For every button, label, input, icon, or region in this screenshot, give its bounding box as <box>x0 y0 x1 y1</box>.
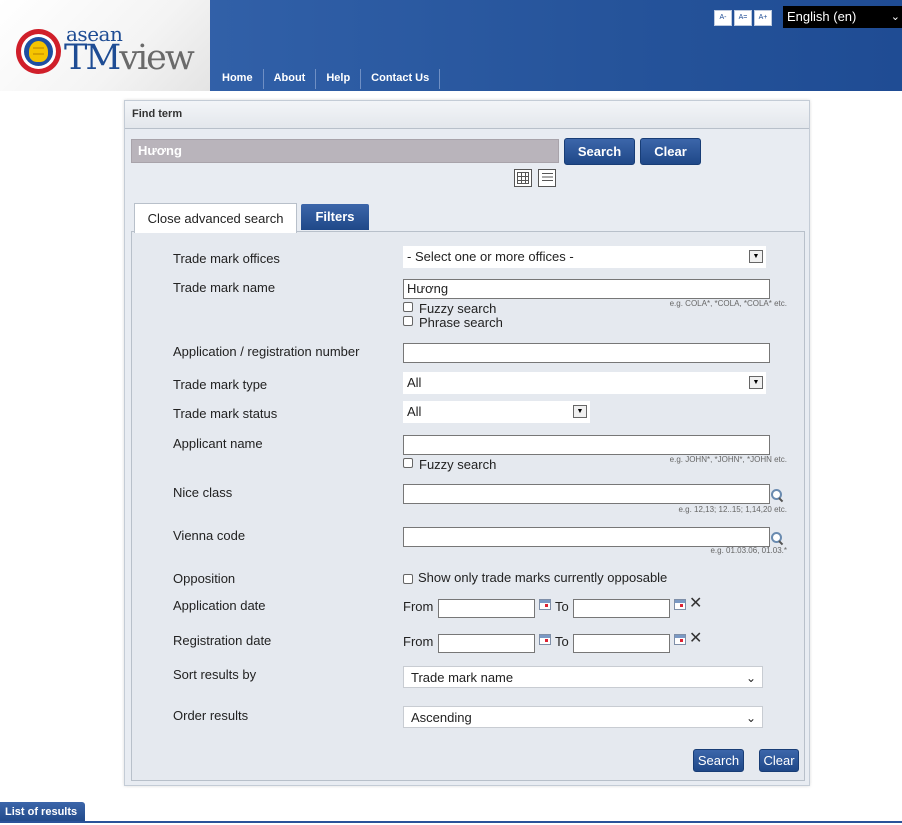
nav-about[interactable]: About <box>264 69 317 89</box>
calendar-icon[interactable] <box>674 599 686 610</box>
application-number-input[interactable] <box>403 343 770 363</box>
font-reset-button[interactable]: A= <box>734 10 752 26</box>
asean-emblem-icon <box>16 29 61 74</box>
offices-label: Trade mark offices <box>173 251 280 266</box>
chevron-down-icon: ⌄ <box>890 11 900 23</box>
nav-help[interactable]: Help <box>316 69 362 89</box>
grid-view-icon[interactable] <box>514 169 532 187</box>
sort-results-select[interactable]: Trade mark name ⌄ <box>403 666 763 688</box>
application-date-to-label: To <box>555 599 569 614</box>
opposable-checkbox[interactable] <box>403 574 413 584</box>
nice-class-input[interactable] <box>403 484 770 504</box>
clear-registration-date-icon[interactable]: ✕ <box>689 628 702 647</box>
applicant-name-input[interactable] <box>403 435 770 455</box>
main-nav: Home About Help Contact Us <box>212 69 441 89</box>
panel-title-bar: Find term <box>125 101 809 129</box>
nice-class-hint: e.g. 12,13; 12..15; 1,14,20 etc. <box>678 505 787 514</box>
opposition-label: Opposition <box>173 571 236 586</box>
nice-class-search-icon[interactable] <box>771 489 783 501</box>
language-value: English (en) <box>787 9 857 24</box>
vienna-code-hint: e.g. 01.03.06, 01.03.* <box>710 546 787 555</box>
results-divider <box>0 821 902 823</box>
applicant-name-hint: e.g. JOHN*, *JOHN*, *JOHN etc. <box>669 455 787 464</box>
sort-results-value: Trade mark name <box>411 670 514 685</box>
font-decrease-button[interactable]: A- <box>714 10 732 26</box>
application-date-from-label: From <box>403 599 434 614</box>
advanced-search-form: Trade mark offices - Select one or more … <box>131 231 805 781</box>
clear-button[interactable]: Clear <box>640 138 701 165</box>
language-select[interactable]: English (en) ⌄ <box>783 6 902 28</box>
calendar-icon[interactable] <box>539 634 551 645</box>
header-bar: asean TMview Home About Help Contact Us … <box>0 0 902 91</box>
font-increase-button[interactable]: A+ <box>754 10 772 26</box>
advanced-search-button[interactable]: Search <box>693 749 744 772</box>
clear-application-date-icon[interactable]: ✕ <box>689 593 702 612</box>
calendar-icon[interactable] <box>674 634 686 645</box>
opposable-label: Show only trade marks currently opposabl… <box>418 570 668 585</box>
dropdown-arrow-icon: ▼ <box>749 376 763 389</box>
fuzzy-search-label: Fuzzy search <box>419 301 497 316</box>
trade-mark-status-select[interactable]: All ▼ <box>403 401 590 423</box>
list-view-icon[interactable] <box>538 169 556 187</box>
registration-date-from-label: From <box>403 634 434 649</box>
nice-class-label: Nice class <box>173 485 233 500</box>
order-results-select[interactable]: Ascending ⌄ <box>403 706 763 728</box>
applicant-fuzzy-search-label: Fuzzy search <box>419 457 497 472</box>
chevron-down-icon: ⌄ <box>745 711 756 725</box>
logo-tmview-text: TMview <box>64 38 195 78</box>
tab-filters[interactable]: Filters <box>301 204 369 230</box>
order-results-value: Ascending <box>411 710 472 725</box>
applicant-name-label: Applicant name <box>173 436 263 451</box>
dropdown-arrow-icon: ▼ <box>749 250 763 263</box>
nav-contact-us[interactable]: Contact Us <box>361 69 441 89</box>
offices-value: - Select one or more offices - <box>407 249 574 264</box>
logo[interactable]: asean TMview <box>0 0 210 91</box>
term-search-input[interactable]: Hương <box>131 139 559 163</box>
trade-mark-name-input[interactable]: Hương <box>403 279 770 299</box>
panel-title: Find term <box>132 108 183 120</box>
vienna-code-search-icon[interactable] <box>771 532 783 544</box>
registration-date-to-input[interactable] <box>573 634 670 653</box>
trade-mark-name-label: Trade mark name <box>173 280 276 295</box>
phrase-search-checkbox[interactable] <box>403 316 413 326</box>
application-date-label: Application date <box>173 598 266 613</box>
order-results-label: Order results <box>173 708 249 723</box>
trade-mark-type-select[interactable]: All ▼ <box>403 372 766 394</box>
application-number-label: Application / registration number <box>173 344 360 359</box>
trade-mark-status-label: Trade mark status <box>173 406 278 421</box>
dropdown-arrow-icon: ▼ <box>573 405 587 418</box>
registration-date-label: Registration date <box>173 633 272 648</box>
search-button[interactable]: Search <box>564 138 635 165</box>
vienna-code-label: Vienna code <box>173 528 246 543</box>
applicant-fuzzy-search-checkbox[interactable] <box>403 458 413 468</box>
phrase-search-label: Phrase search <box>419 315 503 330</box>
chevron-down-icon: ⌄ <box>745 671 756 685</box>
trade-mark-status-value: All <box>407 404 422 419</box>
trade-mark-type-value: All <box>407 375 422 390</box>
tab-close-advanced-search[interactable]: Close advanced search <box>134 203 297 233</box>
font-size-tools: A- A= A+ <box>714 10 772 26</box>
application-date-from-input[interactable] <box>438 599 535 618</box>
find-term-panel: Find term Hương Search Clear Close advan… <box>124 100 810 786</box>
calendar-icon[interactable] <box>539 599 551 610</box>
application-date-to-input[interactable] <box>573 599 670 618</box>
offices-select[interactable]: - Select one or more offices - ▼ <box>403 246 766 268</box>
trade-mark-name-hint: e.g. COLA*, *COLA, *COLA* etc. <box>669 299 787 308</box>
fuzzy-search-checkbox[interactable] <box>403 302 413 312</box>
advanced-clear-button[interactable]: Clear <box>759 749 799 772</box>
sort-results-label: Sort results by <box>173 667 257 682</box>
registration-date-to-label: To <box>555 634 569 649</box>
list-of-results-tab[interactable]: List of results <box>0 802 85 823</box>
trade-mark-type-label: Trade mark type <box>173 377 268 392</box>
registration-date-from-input[interactable] <box>438 634 535 653</box>
vienna-code-input[interactable] <box>403 527 770 547</box>
nav-home[interactable]: Home <box>212 69 264 89</box>
